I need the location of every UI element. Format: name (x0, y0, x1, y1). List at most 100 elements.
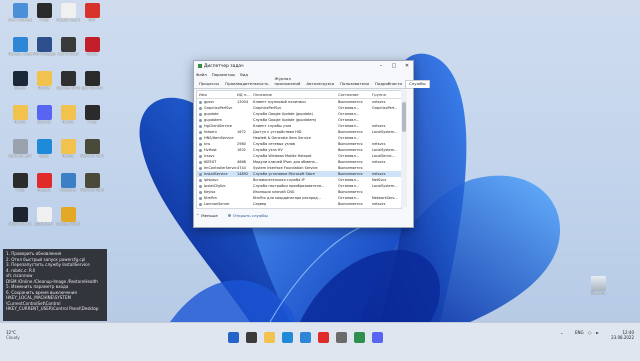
column-status[interactable]: Состояние (338, 93, 372, 97)
desktop-icon[interactable]: PDF (80, 3, 104, 22)
service-gear-icon (199, 166, 202, 170)
tab-startup[interactable]: Автозагрузка (303, 81, 337, 88)
menu-view[interactable]: Вид (240, 72, 248, 77)
service-status: Остановл... (338, 118, 359, 122)
tab-processes[interactable]: Процессы (196, 81, 222, 88)
desktop-icon[interactable]: 7-Zip (8, 173, 32, 192)
service-gear-icon (199, 154, 202, 158)
tab-app-history[interactable]: Журнал приложений (272, 76, 304, 88)
service-status: Выполняется (338, 208, 372, 209)
clock[interactable]: 12:40 23.08.2022 (606, 330, 634, 340)
desktop-icon[interactable]: FAR Manager (32, 37, 56, 56)
desktop-icon[interactable]: Call of Duty (56, 37, 80, 56)
notes-panel: 1. Проверить обновления 2. Откл быстрый … (3, 249, 107, 321)
desktop-icon[interactable]: Adobe (80, 37, 104, 56)
desktop-icon[interactable]: Папка (56, 139, 80, 158)
service-name: GraphicsPerfSvc (204, 106, 233, 110)
desktop-icon-label: Рабочий стол (8, 222, 32, 226)
desktop-icon[interactable]: Google Chrome (56, 207, 80, 226)
taskbar-app-icon[interactable] (372, 332, 383, 343)
wifi-icon[interactable]: ○ (588, 330, 592, 335)
language-indicator[interactable]: ENG (575, 330, 584, 335)
service-name-cell: LanmanServer (197, 202, 237, 206)
desktop-icon[interactable]: 7-Zip (32, 3, 56, 22)
task-manager-window[interactable]: Диспетчер задач – □ ✕ Файл Параметры Вид… (193, 60, 430, 228)
weather-widget[interactable]: 12°C Cloudy (6, 330, 20, 340)
minimize-button[interactable]: – (375, 61, 387, 71)
desktop-icon[interactable]: Папка (8, 105, 32, 124)
column-name[interactable]: Имя (197, 93, 237, 97)
column-pid[interactable]: ИД п... (237, 93, 253, 97)
taskbar-app-icon[interactable] (246, 332, 257, 343)
app-icon (12, 173, 28, 188)
desktop-icon-label: Рыбалка (59, 188, 77, 192)
close-button[interactable]: ✕ (401, 61, 413, 71)
taskbar-app-icon[interactable] (336, 332, 347, 343)
taskbar-app-icon[interactable] (300, 332, 311, 343)
service-group: GraphicsPerf... (372, 106, 398, 110)
taskbar-app-icon[interactable] (354, 332, 365, 343)
table-row[interactable]: LanmanWorkstation Рабочая станцияВыполняе… (197, 207, 401, 209)
desktop-icon[interactable]: Папка (56, 105, 80, 124)
taskbar-app-icon[interactable] (264, 332, 275, 343)
recycle-bin-icon (590, 276, 606, 291)
service-status: Выполняется (338, 100, 363, 104)
desktop-icon[interactable]: Discord (32, 105, 56, 124)
desktop-icon[interactable]: 7-Zip (80, 105, 104, 124)
vertical-scrollbar[interactable] (401, 90, 407, 207)
app-icon (12, 207, 28, 222)
chevron-up-icon[interactable]: ⌃ (560, 332, 563, 337)
service-name: IKEEXT (204, 160, 217, 164)
start-button[interactable] (228, 332, 239, 343)
recycle-bin[interactable]: Корзина (586, 276, 610, 295)
open-services-link[interactable]: Открыть службы (233, 213, 268, 218)
task-manager-titlebar[interactable]: Диспетчер задач – □ ✕ (194, 61, 413, 71)
desktop-icon[interactable]: Этот компьютер (8, 3, 32, 22)
app-icon (36, 173, 52, 188)
scrollbar-thumb[interactable] (402, 102, 406, 132)
less-details-button[interactable]: Меньше (201, 213, 218, 218)
service-gear-icon (199, 172, 202, 176)
maximize-button[interactable]: □ (388, 61, 400, 71)
desktop-icon[interactable]: World of Tanks (80, 173, 104, 192)
service-group: LocalServic... (372, 154, 396, 158)
desktop-icon[interactable]: World of Tanks (80, 139, 104, 158)
desktop-icon-label: Яндекс (37, 188, 51, 192)
app-icon (36, 207, 52, 222)
volume-icon[interactable]: ► (596, 330, 599, 335)
desktop-icon[interactable]: Edge (32, 139, 56, 158)
menu-file[interactable]: Файл (196, 72, 207, 77)
desktop-icon[interactable]: Яндекс (32, 173, 56, 192)
service-description: Рабочая станция (253, 208, 338, 209)
desktop-icon[interactable]: Новый текстовый (56, 3, 80, 22)
desktop-icon[interactable]: Steam (8, 71, 32, 90)
desktop-icon[interactable]: Рабочий стол (8, 207, 32, 226)
desktop-icon[interactable]: Документ (32, 207, 56, 226)
taskbar-app-icon[interactable] (318, 332, 329, 343)
service-name: gupdatem (204, 118, 222, 122)
app-icon (36, 139, 52, 154)
chevron-up-icon[interactable]: ⌃ (196, 213, 199, 218)
service-group: netsvcs (372, 124, 386, 128)
service-group: LocalSystem... (372, 130, 398, 134)
app-icon (60, 3, 76, 18)
desktop-icon[interactable]: Epic Games (80, 71, 104, 90)
desktop-icon[interactable]: Counter-Strike (56, 71, 80, 90)
tab-services[interactable]: Службы (405, 80, 430, 88)
column-description[interactable]: Описание (253, 93, 338, 97)
task-manager-footer: ⌃ Меньше Открыть службы (196, 211, 268, 219)
tab-performance[interactable]: Производительность (222, 81, 271, 88)
menu-options[interactable]: Параметры (212, 72, 235, 77)
tab-users[interactable]: Пользователи (337, 81, 372, 88)
tab-details[interactable]: Подробности (372, 81, 405, 88)
desktop-icon[interactable]: Панель управления (8, 37, 32, 56)
desktop-icon[interactable]: Рыбалка (56, 173, 80, 192)
column-group[interactable]: Группа (372, 93, 399, 97)
desktop-icon[interactable]: Папка (32, 71, 56, 90)
desktop-icon[interactable]: Корзина для мусора (8, 139, 32, 158)
service-name: iphlpsvc (204, 178, 219, 182)
service-name: HNS/ItemService (204, 136, 234, 140)
app-icon (12, 139, 28, 154)
service-description: Служба Google Update (gupdatem) (253, 118, 317, 122)
taskbar-app-icon[interactable] (282, 332, 293, 343)
